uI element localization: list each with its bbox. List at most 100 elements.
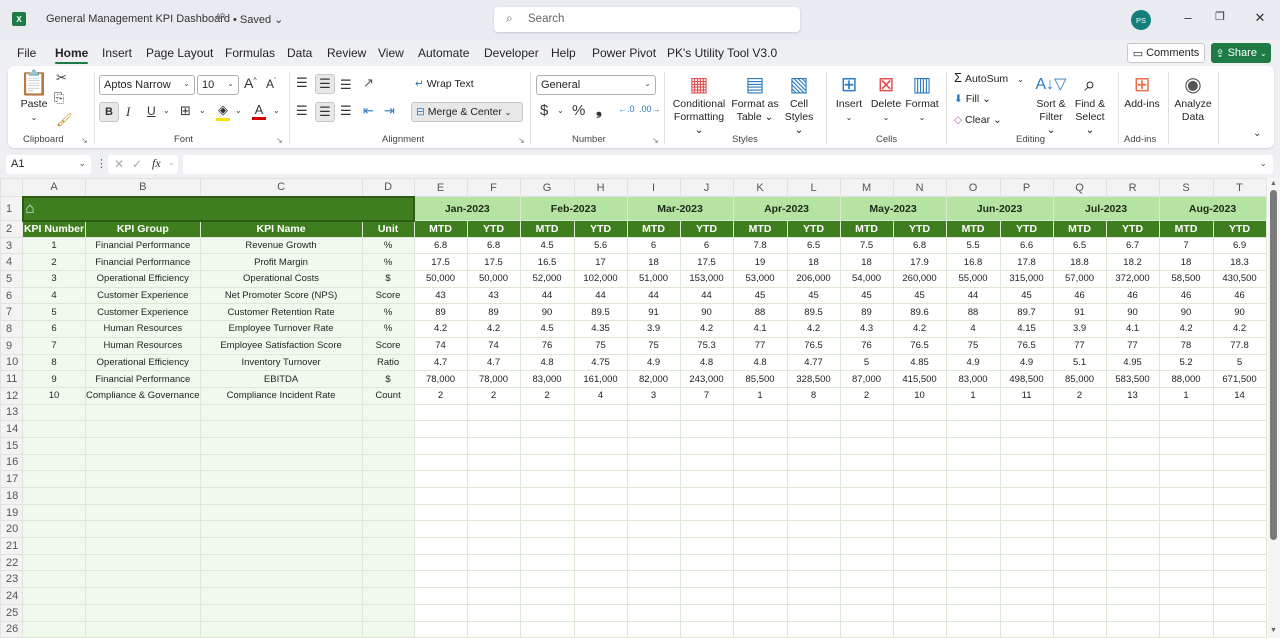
cell[interactable] <box>22 487 86 505</box>
cell[interactable] <box>1052 553 1107 572</box>
ytd-value-cell[interactable]: 4.85 <box>892 353 947 372</box>
cell[interactable] <box>466 570 521 589</box>
mtd-value-cell[interactable]: 2 <box>1052 386 1107 405</box>
cell[interactable] <box>892 520 947 539</box>
cell[interactable] <box>22 420 86 438</box>
cell[interactable] <box>732 503 788 522</box>
column-header-l[interactable]: L <box>786 178 841 197</box>
ytd-value-cell[interactable]: 260,000 <box>892 270 947 288</box>
ytd-value-cell[interactable]: 4.95 <box>1105 353 1160 372</box>
chevron-down-icon[interactable]: ⌄ <box>163 106 170 115</box>
insert-cells-button[interactable]: ⊞ Insert ⌄ <box>832 72 866 124</box>
cell[interactable] <box>1158 436 1214 455</box>
cell[interactable] <box>786 470 841 488</box>
kpi-group-cell[interactable]: Human Resources <box>85 336 201 355</box>
cell[interactable] <box>626 603 681 622</box>
cell[interactable] <box>626 470 681 488</box>
ytd-value-cell[interactable]: 46 <box>1105 286 1160 305</box>
kpi-group-cell[interactable]: Financial Performance <box>85 253 201 272</box>
cell[interactable] <box>361 453 415 472</box>
cell[interactable] <box>1105 620 1160 638</box>
cell[interactable] <box>679 503 734 522</box>
mtd-value-cell[interactable]: 44 <box>626 286 681 305</box>
ytd-header[interactable]: YTD <box>892 220 947 238</box>
cell[interactable] <box>361 503 415 522</box>
ytd-value-cell[interactable]: 671,500 <box>1212 370 1267 388</box>
mtd-header[interactable]: MTD <box>626 220 681 238</box>
cell[interactable] <box>413 453 468 472</box>
ytd-value-cell[interactable]: 11 <box>999 386 1054 405</box>
cut-icon[interactable]: ✂ <box>56 70 67 86</box>
ytd-value-cell[interactable]: 17.5 <box>679 253 734 272</box>
ytd-value-cell[interactable]: 43 <box>466 286 521 305</box>
increase-decimal-icon[interactable]: ←.0 <box>618 104 635 114</box>
cell[interactable] <box>85 587 201 605</box>
ytd-value-cell[interactable]: 89.6 <box>892 303 947 322</box>
tab-help[interactable]: Help <box>551 46 576 60</box>
month-header[interactable]: Aug-2023 <box>1158 196 1267 221</box>
cell[interactable] <box>732 520 788 539</box>
cell[interactable] <box>626 503 681 522</box>
cell[interactable] <box>732 453 788 472</box>
tab-pk-utility-tool[interactable]: PK's Utility Tool V3.0 <box>667 46 777 60</box>
unit-cell[interactable]: $ <box>361 370 415 388</box>
row-header[interactable]: 2 <box>0 220 23 238</box>
cell[interactable] <box>466 503 521 522</box>
cell[interactable] <box>1052 570 1107 589</box>
ytd-value-cell[interactable]: 206,000 <box>786 270 841 288</box>
cell[interactable] <box>1052 453 1107 472</box>
clipboard-launcher-icon[interactable]: ↘ <box>81 136 88 145</box>
cell[interactable] <box>786 436 841 455</box>
ytd-value-cell[interactable]: 415,500 <box>892 370 947 388</box>
cell[interactable] <box>945 420 1001 438</box>
column-title[interactable]: KPI Name <box>199 220 363 238</box>
cell[interactable] <box>839 603 894 622</box>
unit-cell[interactable]: Score <box>361 286 415 305</box>
cell[interactable] <box>999 537 1054 555</box>
cell[interactable] <box>22 403 86 422</box>
cell[interactable] <box>999 587 1054 605</box>
row-header[interactable]: 25 <box>0 603 23 622</box>
cell[interactable] <box>199 620 363 638</box>
number-format-select[interactable]: General ⌄ <box>536 75 656 95</box>
mtd-value-cell[interactable]: 88,000 <box>1158 370 1214 388</box>
cell[interactable] <box>1158 620 1214 638</box>
ytd-value-cell[interactable]: 76.5 <box>999 336 1054 355</box>
cell[interactable] <box>22 587 86 605</box>
mtd-value-cell[interactable]: 45 <box>732 286 788 305</box>
decrease-decimal-icon[interactable]: .00→ <box>639 104 661 114</box>
cell[interactable] <box>786 420 841 438</box>
mtd-value-cell[interactable]: 16.8 <box>945 253 1001 272</box>
ytd-value-cell[interactable]: 89.5 <box>786 303 841 322</box>
cell[interactable] <box>573 487 628 505</box>
cell[interactable] <box>732 603 788 622</box>
scroll-down-icon[interactable]: ▼ <box>1270 627 1277 634</box>
tab-file[interactable]: File <box>17 46 36 60</box>
cell[interactable] <box>839 553 894 572</box>
kpi-group-cell[interactable]: Customer Experience <box>85 286 201 305</box>
cell[interactable] <box>999 503 1054 522</box>
cell[interactable] <box>466 403 521 422</box>
ytd-value-cell[interactable]: 14 <box>1212 386 1267 405</box>
cell[interactable] <box>1212 487 1267 505</box>
mtd-value-cell[interactable]: 75 <box>945 336 1001 355</box>
cell[interactable] <box>1158 553 1214 572</box>
cell[interactable] <box>1158 403 1214 422</box>
cell[interactable] <box>1212 470 1267 488</box>
ytd-value-cell[interactable]: 77 <box>1105 336 1160 355</box>
cell[interactable] <box>679 420 734 438</box>
cell[interactable] <box>1052 436 1107 455</box>
cell[interactable] <box>945 620 1001 638</box>
ytd-value-cell[interactable]: 6.6 <box>999 236 1054 255</box>
tab-page-layout[interactable]: Page Layout <box>146 46 213 60</box>
ytd-value-cell[interactable]: 102,000 <box>573 270 628 288</box>
kpi-name-cell[interactable]: Employee Satisfaction Score <box>199 336 363 355</box>
column-header-n[interactable]: N <box>892 178 947 197</box>
cell[interactable] <box>22 537 86 555</box>
cell[interactable] <box>361 403 415 422</box>
cell[interactable] <box>413 620 468 638</box>
conditional-formatting-button[interactable]: ▦ Conditional Formatting ⌄ <box>670 72 728 137</box>
cell[interactable] <box>1105 570 1160 589</box>
align-center-icon[interactable]: ☰ <box>315 102 335 122</box>
cell[interactable] <box>519 603 575 622</box>
